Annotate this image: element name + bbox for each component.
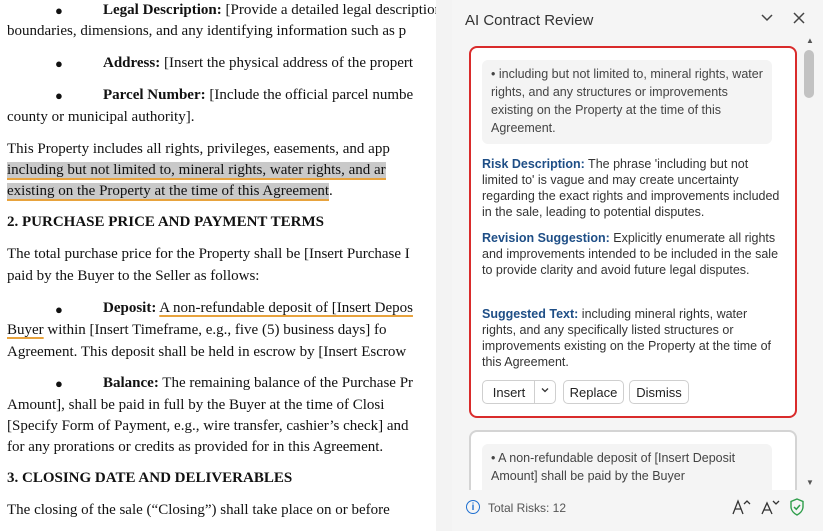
replace-button[interactable]: Replace (563, 380, 624, 404)
revision-suggestion-label: Revision Suggestion: (482, 231, 610, 245)
deposit-cont: Buyer within [Insert Timeframe, e.g., fi… (7, 322, 387, 339)
address-label: Address: (103, 55, 161, 71)
panel-title: AI Contract Review (465, 12, 594, 29)
balance-line: Balance: The remaining balance of the Pu… (103, 375, 413, 392)
highlighted-text[interactable]: including but not limited to, mineral ri… (7, 162, 386, 180)
parcel-cont: county or municipal authority]. (7, 109, 195, 125)
document-view[interactable]: ● Legal Description: [Provide a detailed… (0, 0, 436, 531)
parcel-line: Parcel Number: [Include the official par… (103, 87, 413, 104)
parcel-text: [Include the official parcel numbe (205, 87, 414, 103)
suggested-text: Suggested Text: including mineral rights… (482, 306, 780, 370)
quoted-clause: • including but not limited to, mineral … (482, 60, 772, 144)
balance-label: Balance: (103, 375, 159, 391)
insert-label: Insert (492, 385, 526, 400)
balance-cont: [Specify Form of Payment, e.g., wire tra… (7, 418, 409, 434)
deposit-cont-text: within [Insert Timeframe, e.g., five (5)… (43, 322, 387, 338)
closing-paragraph-line: The closing of the sale (“Closing”) shal… (7, 502, 390, 518)
parcel-label: Parcel Number: (103, 87, 206, 103)
deposit-line: Deposit: A non-refundable deposit of [In… (103, 300, 413, 317)
highlighted-text[interactable]: existing on the Property at the time of … (7, 183, 330, 201)
property-paragraph-line: This Property includes all rights, privi… (7, 141, 390, 157)
section-heading: 2. PURCHASE PRICE AND PAYMENT TERMS (7, 214, 324, 230)
bullet: ● (55, 376, 63, 391)
deposit-label: Deposit: (103, 300, 157, 316)
bullet: ● (55, 88, 63, 103)
bullet: ● (55, 302, 63, 317)
total-risks: Total Risks: 12 (488, 501, 567, 515)
balance-text: The remaining balance of the Purchase Pr (158, 375, 414, 391)
scrollbar-thumb[interactable] (804, 50, 814, 98)
bullet: ● (55, 3, 63, 18)
legal-description-text: [Provide a detailed legal description (221, 2, 436, 18)
scroll-up-icon[interactable]: ▲ (804, 36, 816, 45)
underlined-risk-text[interactable]: Buyer (7, 322, 44, 338)
balance-cont: Amount], shall be paid in full by the Bu… (7, 397, 385, 413)
insert-button[interactable]: Insert (482, 380, 556, 404)
section-heading: 3. CLOSING DATE AND DELIVERABLES (7, 470, 293, 486)
payment-paragraph-line: paid by the Buyer to the Seller as follo… (7, 268, 260, 284)
scrollbar[interactable] (804, 46, 816, 486)
balance-cont: for any prorations or credits as provide… (7, 439, 384, 455)
font-increase-icon[interactable] (732, 498, 752, 521)
address-text: [Insert the physical address of the prop… (160, 55, 414, 71)
shield-check-icon[interactable] (789, 498, 805, 521)
risk-card: • including but not limited to, mineral … (469, 46, 797, 418)
address-line: Address: [Insert the physical address of… (103, 55, 413, 72)
panel-footer: i Total Risks: 12 (452, 490, 823, 531)
font-decrease-icon[interactable] (761, 498, 781, 521)
property-paragraph-line: existing on the Property at the time of … (7, 183, 333, 201)
bullet: ● (55, 56, 63, 71)
chevron-down-icon[interactable] (534, 381, 555, 403)
legal-description-cont: boundaries, dimensions, and any identify… (7, 23, 407, 39)
scroll-down-icon[interactable]: ▼ (804, 478, 816, 487)
ai-review-panel: AI Contract Review • including but not l… (452, 0, 823, 531)
chevron-down-icon[interactable] (757, 10, 777, 30)
dismiss-button[interactable]: Dismiss (629, 380, 689, 404)
underlined-risk-text[interactable]: A non-refundable deposit of [Insert Depo… (159, 300, 413, 316)
legal-description-label: Legal Description: (103, 2, 222, 18)
close-icon[interactable] (789, 10, 809, 30)
property-paragraph-line: including but not limited to, mineral ri… (7, 162, 386, 180)
payment-paragraph-line: The total purchase price for the Propert… (7, 246, 410, 262)
revision-suggestion: Revision Suggestion: Explicitly enumerat… (482, 230, 780, 278)
info-icon[interactable]: i (466, 500, 480, 514)
pane-divider[interactable] (436, 0, 452, 531)
legal-description-line: Legal Description: [Provide a detailed l… (103, 2, 436, 19)
deposit-cont: Agreement. This deposit shall be held in… (7, 344, 407, 360)
period: . (329, 183, 333, 199)
quoted-clause: • A non-refundable deposit of [Insert De… (482, 444, 772, 496)
risk-description-label: Risk Description: (482, 157, 585, 171)
suggested-text-label: Suggested Text: (482, 307, 579, 321)
risk-description: Risk Description: The phrase 'including … (482, 156, 780, 220)
